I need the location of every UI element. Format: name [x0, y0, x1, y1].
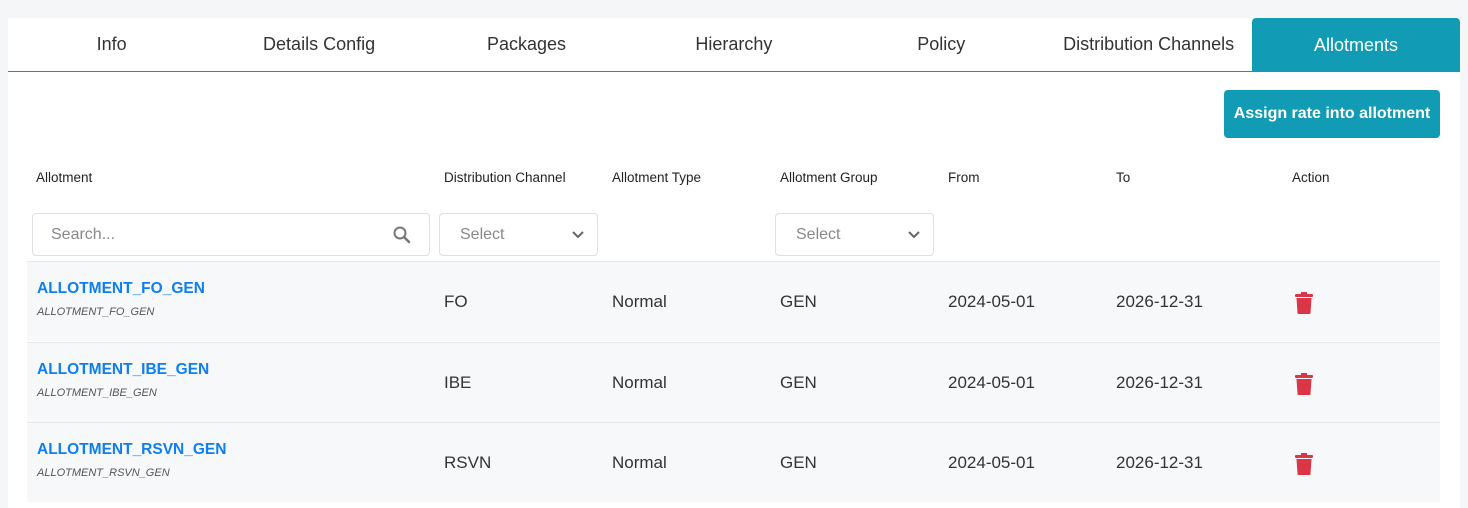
- tab-distribution-channels[interactable]: Distribution Channels: [1045, 18, 1252, 71]
- allotment-group-cell: GEN: [780, 453, 817, 472]
- tab-allotments[interactable]: Allotments: [1252, 18, 1460, 72]
- to-date-cell: 2026-12-31: [1116, 453, 1203, 472]
- delete-trash-icon[interactable]: [1295, 453, 1313, 475]
- allotment-type-cell: Normal: [612, 372, 667, 392]
- chevron-down-icon: [908, 230, 920, 238]
- distribution-channel-select[interactable]: Select: [439, 213, 598, 256]
- from-date-cell: 2024-05-01: [948, 453, 1035, 472]
- tab-info[interactable]: Info: [8, 18, 215, 71]
- to-date-cell: 2026-12-31: [1116, 292, 1203, 311]
- column-header-allotment-group: Allotment Group: [780, 170, 878, 185]
- column-header-action: Action: [1292, 170, 1330, 185]
- allotment-link[interactable]: ALLOTMENT_RSVN_GEN: [37, 441, 226, 459]
- allotment-search[interactable]: [32, 213, 430, 256]
- allotment-group-select[interactable]: Select: [775, 213, 934, 256]
- table-row: ALLOTMENT_FO_GEN ALLOTMENT_FO_GEN FO Nor…: [27, 261, 1440, 341]
- allotment-type-cell: Normal: [612, 453, 667, 472]
- column-header-allotment-type: Allotment Type: [612, 170, 702, 185]
- assign-rate-button[interactable]: Assign rate into allotment: [1224, 90, 1440, 138]
- allotment-code: ALLOTMENT_RSVN_GEN: [37, 467, 170, 479]
- allotment-code: ALLOTMENT_IBE_GEN: [37, 386, 157, 399]
- allotment-link[interactable]: ALLOTMENT_IBE_GEN: [37, 361, 209, 379]
- allotment-link[interactable]: ALLOTMENT_FO_GEN: [37, 280, 205, 298]
- select-value: Select: [460, 225, 505, 243]
- column-header-allotment: Allotment: [36, 170, 93, 185]
- tab-bar: Info Details Config Packages Hierarchy P…: [8, 18, 1460, 72]
- allotment-group-cell: GEN: [780, 372, 817, 392]
- select-value: Select: [796, 225, 841, 243]
- from-date-cell: 2024-05-01: [948, 372, 1035, 392]
- tab-hierarchy[interactable]: Hierarchy: [630, 18, 837, 71]
- column-header-distribution-channel: Distribution Channel: [444, 170, 566, 185]
- delete-trash-icon[interactable]: [1295, 292, 1313, 314]
- delete-trash-icon[interactable]: [1295, 372, 1313, 395]
- tab-packages[interactable]: Packages: [423, 18, 630, 71]
- allotment-code: ALLOTMENT_FO_GEN: [37, 306, 155, 318]
- tab-policy[interactable]: Policy: [838, 18, 1045, 71]
- column-header-to: To: [1116, 170, 1131, 185]
- chevron-down-icon: [572, 230, 584, 238]
- table-row: ALLOTMENT_RSVN_GEN ALLOTMENT_RSVN_GEN RS…: [27, 422, 1440, 502]
- search-input[interactable]: [51, 225, 393, 244]
- table-row: ALLOTMENT_IBE_GEN ALLOTMENT_IBE_GEN IBE …: [27, 341, 1440, 422]
- distribution-channel-cell: RSVN: [444, 453, 492, 472]
- allotments-panel: Info Details Config Packages Hierarchy P…: [8, 18, 1460, 508]
- column-header-from: From: [948, 170, 980, 185]
- allotment-type-cell: Normal: [612, 292, 667, 311]
- to-date-cell: 2026-12-31: [1116, 372, 1203, 392]
- search-icon: [393, 226, 411, 243]
- distribution-channel-cell: IBE: [444, 372, 472, 392]
- tab-details-config[interactable]: Details Config: [215, 18, 422, 71]
- from-date-cell: 2024-05-01: [948, 292, 1035, 311]
- distribution-channel-cell: FO: [444, 292, 468, 311]
- allotment-group-cell: GEN: [780, 292, 817, 311]
